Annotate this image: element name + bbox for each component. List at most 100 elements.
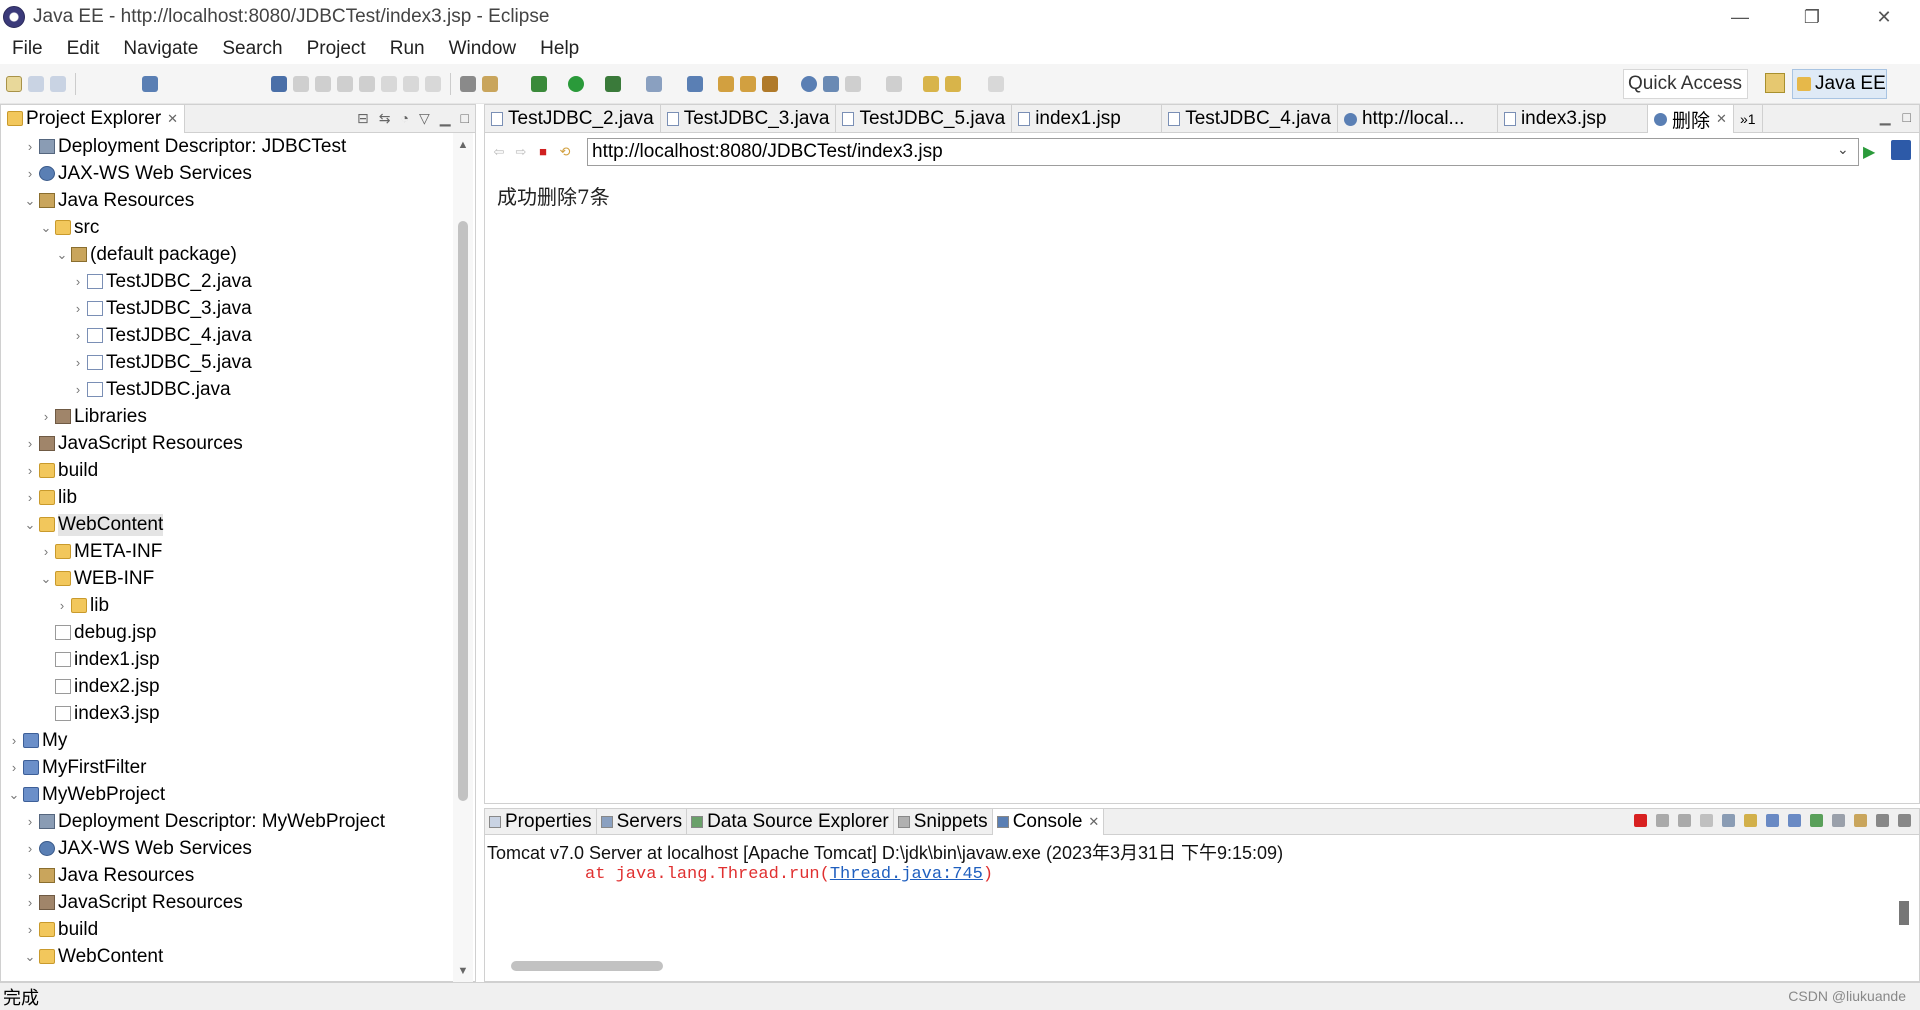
collapsed-chevron-icon[interactable]: › <box>23 490 37 505</box>
tab-properties[interactable]: Properties <box>485 809 597 835</box>
java-ee-perspective-button[interactable]: Java EE <box>1792 69 1887 99</box>
step-return-icon[interactable] <box>425 75 441 92</box>
menu-help[interactable]: Help <box>528 38 591 60</box>
maximize-view-icon[interactable]: □ <box>461 110 469 127</box>
close-window-button[interactable]: ✕ <box>1848 0 1920 34</box>
tree-item[interactable]: › JavaScript Resources <box>1 430 453 457</box>
tab-console[interactable]: Console ✕ <box>992 809 1105 835</box>
new-icon[interactable] <box>6 75 22 92</box>
menu-run[interactable]: Run <box>378 38 437 60</box>
display-console-icon[interactable] <box>1832 814 1845 827</box>
minimize-button[interactable]: — <box>1704 0 1776 34</box>
tree-item[interactable]: debug.jsp <box>1 619 453 646</box>
disconnect-icon[interactable] <box>359 75 375 92</box>
menu-file[interactable]: File <box>0 38 55 60</box>
build-icon[interactable] <box>482 75 498 92</box>
tree-item[interactable]: › Deployment Descriptor: MyWebProject <box>1 808 453 835</box>
editor-tab[interactable]: index3.jsp <box>1498 105 1648 133</box>
pin-console-icon[interactable] <box>1810 814 1823 827</box>
terminal-icon[interactable] <box>142 75 158 92</box>
tree-item[interactable]: › META-INF <box>1 538 453 565</box>
new-server-icon[interactable] <box>687 75 703 92</box>
open-type-icon[interactable] <box>718 75 734 92</box>
scroll-down-icon[interactable]: ▼ <box>453 965 473 977</box>
tree-item[interactable]: › Libraries <box>1 403 453 430</box>
tree-item[interactable]: › TestJDBC_3.java <box>1 295 453 322</box>
tree-item[interactable]: › lib <box>1 592 453 619</box>
editor-tab[interactable]: http://local... <box>1338 105 1498 133</box>
browser-stop-icon[interactable]: ■ <box>535 144 551 160</box>
restore-button[interactable]: ❐ <box>1776 0 1848 34</box>
expanded-chevron-icon[interactable]: ⌄ <box>39 220 53 236</box>
tree-item[interactable]: › Java Resources <box>1 862 453 889</box>
close-icon[interactable]: ✕ <box>1088 814 1099 830</box>
collapsed-chevron-icon[interactable]: › <box>71 355 85 370</box>
external-tools-icon[interactable] <box>646 75 662 92</box>
editor-tab[interactable]: 删除 ✕ <box>1647 105 1734 133</box>
tree-item[interactable]: ⌄ Java Resources <box>1 187 453 214</box>
menu-project[interactable]: Project <box>295 38 378 60</box>
minimize-view-icon[interactable]: ▁ <box>1880 109 1891 126</box>
console-horizontal-scrollbar[interactable] <box>511 961 663 971</box>
tree-item[interactable]: › build <box>1 457 453 484</box>
terminate-icon[interactable] <box>337 75 353 92</box>
collapsed-chevron-icon[interactable]: › <box>23 841 37 856</box>
url-input[interactable] <box>587 138 1859 166</box>
tab-servers[interactable]: Servers <box>597 809 688 835</box>
menu-window[interactable]: Window <box>437 38 529 60</box>
tree-item[interactable]: index2.jsp <box>1 673 453 700</box>
collapsed-chevron-icon[interactable]: › <box>23 463 37 478</box>
tree-item[interactable]: › JAX-WS Web Services <box>1 160 453 187</box>
expanded-chevron-icon[interactable]: ⌄ <box>55 247 69 263</box>
collapsed-chevron-icon[interactable]: › <box>23 895 37 910</box>
web-services-icon[interactable] <box>823 75 839 92</box>
word-wrap-icon[interactable] <box>1744 814 1757 827</box>
scroll-lock-icon[interactable] <box>1722 814 1735 827</box>
search-icon[interactable] <box>762 75 778 92</box>
run-icon[interactable] <box>568 75 584 92</box>
tree-item[interactable]: index1.jsp <box>1 646 453 673</box>
save-icon[interactable] <box>28 75 44 92</box>
menu-navigate[interactable]: Navigate <box>111 38 210 60</box>
tree-item[interactable]: › build <box>1 916 453 943</box>
tree-item[interactable]: › TestJDBC_4.java <box>1 322 453 349</box>
browser-refresh-icon[interactable]: ⟲ <box>557 144 573 160</box>
open-perspective-icon[interactable] <box>1765 73 1785 93</box>
filter-icon[interactable]: ◔ <box>401 110 409 127</box>
explorer-scrollbar[interactable]: ▲ ▼ <box>453 133 473 983</box>
tree-item[interactable]: ⌄ WebContent <box>1 943 453 970</box>
remove-all-icon[interactable] <box>1678 814 1691 827</box>
collapsed-chevron-icon[interactable]: › <box>23 814 37 829</box>
web-browser-icon[interactable] <box>801 75 817 92</box>
tree-item[interactable]: ⌄ MyWebProject <box>1 781 453 808</box>
open-console-icon[interactable] <box>1854 814 1867 827</box>
collapsed-chevron-icon[interactable]: › <box>39 544 53 559</box>
tree-item[interactable]: › TestJDBC.java <box>1 376 453 403</box>
collapsed-chevron-icon[interactable]: › <box>23 922 37 937</box>
tab-project-explorer[interactable]: Project Explorer ✕ <box>1 104 186 133</box>
collapsed-chevron-icon[interactable]: › <box>55 598 69 613</box>
console-vertical-scrollbar[interactable] <box>1899 901 1909 925</box>
browser-forward-icon[interactable]: ⇨ <box>513 144 529 160</box>
terminate-icon[interactable] <box>1634 814 1647 827</box>
minimize-view-icon[interactable] <box>1876 814 1889 827</box>
tree-item[interactable]: › TestJDBC_5.java <box>1 349 453 376</box>
tree-item[interactable]: ⌄ WEB-INF <box>1 565 453 592</box>
tab-data-source-explorer[interactable]: Data Source Explorer <box>687 809 894 835</box>
browser-back-icon[interactable]: ⇦ <box>491 144 507 160</box>
expanded-chevron-icon[interactable]: ⌄ <box>39 571 53 587</box>
tab-snippets[interactable]: Snippets <box>894 809 993 835</box>
go-icon[interactable]: ▶ <box>1863 142 1875 162</box>
last-edit-icon[interactable] <box>923 75 939 92</box>
editor-tab[interactable]: TestJDBC_4.java <box>1162 105 1338 133</box>
open-resource-icon[interactable] <box>740 75 756 92</box>
suspend-icon[interactable] <box>315 75 331 92</box>
maximize-view-icon[interactable] <box>1898 814 1911 827</box>
quick-access-field[interactable]: Quick Access <box>1623 69 1748 99</box>
tree-item[interactable]: › MyFirstFilter <box>1 754 453 781</box>
collapsed-chevron-icon[interactable]: › <box>23 139 37 154</box>
editor-tab[interactable]: TestJDBC_5.java <box>836 105 1013 133</box>
save-all-icon[interactable] <box>50 75 66 92</box>
collapsed-chevron-icon[interactable]: › <box>39 409 53 424</box>
close-icon[interactable]: ✕ <box>1716 111 1727 127</box>
